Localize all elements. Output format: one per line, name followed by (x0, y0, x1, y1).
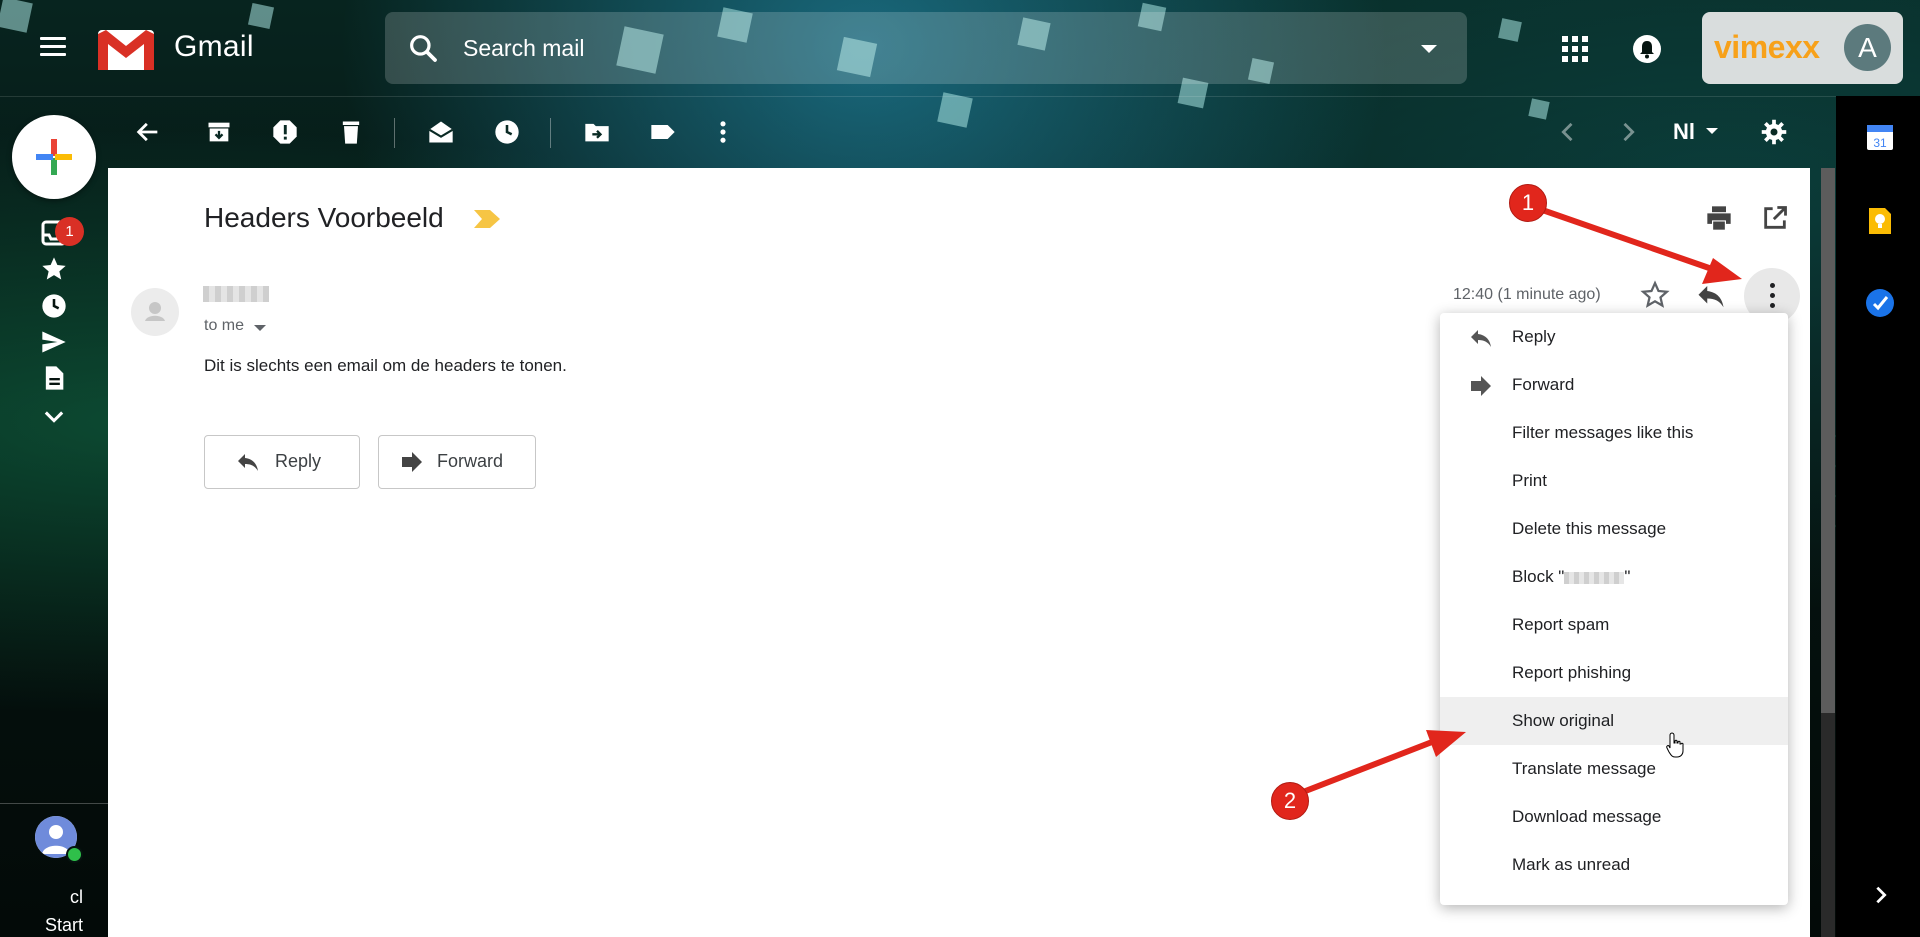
star-icon[interactable] (40, 255, 68, 283)
menu-item-label: Mark as unread (1512, 855, 1631, 874)
show-details-caret-icon[interactable] (254, 325, 266, 331)
next-icon[interactable] (1614, 118, 1642, 146)
menu-item-show-original[interactable]: Show original (1440, 697, 1788, 745)
chevron-right-icon[interactable] (1870, 884, 1892, 906)
menu-item-label: Download message (1512, 807, 1662, 826)
hangouts-user-name: cl (70, 887, 83, 907)
more-actions-icon[interactable] (712, 118, 734, 146)
reply-icon (238, 454, 258, 471)
menu-icon[interactable] (40, 37, 66, 61)
menu-item-label: Block " " (1512, 567, 1631, 586)
menu-item-delete[interactable]: Delete this message (1440, 505, 1788, 553)
email-timestamp: 12:40 (1 minute ago) (1453, 286, 1601, 303)
menu-item-mark-unread[interactable]: Mark as unread (1440, 841, 1788, 889)
search-bar[interactable] (385, 12, 1467, 84)
inbox-unread-badge: 1 (55, 217, 84, 246)
top-header: Gmail vimexx A (0, 0, 1920, 97)
menu-item-block-sender[interactable]: Block " " (1440, 553, 1788, 601)
brand-logo: vimexx (1714, 29, 1820, 65)
more-options-menu: Reply Forward Filter messages like this … (1440, 313, 1788, 905)
menu-item-reply[interactable]: Reply (1440, 313, 1788, 361)
account-switcher[interactable]: vimexx A (1702, 12, 1903, 84)
archive-icon[interactable] (205, 118, 233, 146)
more-labels-chevron-icon[interactable] (40, 402, 68, 430)
prev-icon[interactable] (1554, 118, 1582, 146)
plus-icon (36, 139, 72, 175)
account-avatar[interactable]: A (1844, 24, 1891, 71)
reply-icon[interactable] (1696, 282, 1726, 310)
annotation-step-2: 2 (1271, 782, 1309, 820)
star-icon[interactable] (1640, 280, 1670, 310)
forward-button[interactable]: Forward (378, 435, 536, 489)
menu-item-print[interactable]: Print (1440, 457, 1788, 505)
reply-button-label: Reply (275, 451, 322, 471)
menu-item-label: Print (1512, 471, 1547, 490)
forward-icon (1471, 376, 1491, 396)
print-icon[interactable] (1705, 204, 1733, 232)
menu-item-label: Show original (1512, 711, 1615, 730)
online-status-dot (66, 846, 83, 863)
drafts-icon[interactable] (40, 364, 68, 392)
snoozed-icon[interactable] (40, 292, 68, 320)
menu-item-download[interactable]: Download message (1440, 793, 1788, 841)
menu-item-label: Report spam (1512, 615, 1610, 634)
keep-icon[interactable] (1865, 206, 1895, 236)
menu-item-label: Translate message (1512, 759, 1656, 778)
menu-item-label: Delete this message (1512, 519, 1667, 538)
reply-icon (1471, 330, 1491, 347)
recipient-details[interactable]: to me (204, 317, 244, 335)
important-label-icon[interactable] (474, 210, 500, 228)
email-subject: Headers Voorbeeld (204, 202, 444, 233)
menu-item-label: Forward (1512, 375, 1575, 394)
forward-icon (402, 452, 422, 472)
rail-divider (0, 803, 108, 804)
menu-item-forward[interactable]: Forward (1440, 361, 1788, 409)
menu-item-filter-messages[interactable]: Filter messages like this (1440, 409, 1788, 457)
snooze-icon[interactable] (493, 118, 521, 146)
forward-button-label: Forward (437, 451, 504, 471)
menu-item-report-phishing[interactable]: Report phishing (1440, 649, 1788, 697)
svg-text:31: 31 (1873, 136, 1887, 150)
annotation-step-1: 1 (1509, 184, 1547, 222)
blurred-sender-name (1564, 571, 1625, 584)
scrollbar-thumb[interactable] (1821, 168, 1835, 713)
app-name: Gmail (174, 30, 254, 63)
toolbar-separator (394, 118, 395, 148)
label-icon[interactable] (649, 118, 677, 146)
compose-button[interactable] (12, 115, 96, 199)
tasks-icon[interactable] (1865, 288, 1895, 318)
sender-name-redacted[interactable] (203, 286, 269, 302)
person-icon (145, 302, 165, 321)
hangouts-start-link[interactable]: Start (45, 915, 83, 936)
input-tools-language[interactable]: Nl (1673, 119, 1695, 145)
spam-icon[interactable] (271, 118, 299, 146)
menu-item-label: Reply (1512, 327, 1556, 346)
bell-icon[interactable] (1632, 34, 1662, 64)
move-to-icon[interactable] (583, 118, 611, 146)
email-body: Dit is slechts een email om de headers t… (204, 356, 567, 375)
reply-button[interactable]: Reply (204, 435, 360, 489)
settings-icon[interactable] (1759, 118, 1789, 146)
hand-cursor-icon (1666, 732, 1684, 758)
search-input[interactable] (461, 32, 1365, 64)
menu-item-label: Filter messages like this (1512, 423, 1694, 442)
menu-item-label: Report phishing (1512, 663, 1632, 682)
open-new-window-icon[interactable] (1761, 204, 1789, 232)
back-icon[interactable] (134, 118, 162, 146)
mark-read-icon[interactable] (427, 118, 455, 146)
menu-item-translate[interactable]: Translate message (1440, 745, 1788, 793)
calendar-icon[interactable]: 31 (1865, 122, 1895, 152)
language-caret-icon[interactable] (1706, 128, 1718, 134)
gmail-logo[interactable] (98, 30, 154, 70)
delete-icon[interactable] (337, 118, 365, 146)
sent-icon[interactable] (40, 328, 68, 356)
toolbar-separator (550, 118, 551, 148)
menu-item-report-spam[interactable]: Report spam (1440, 601, 1788, 649)
search-icon[interactable] (407, 32, 439, 64)
search-options-caret-icon[interactable] (1421, 45, 1437, 53)
apps-icon[interactable] (1562, 36, 1588, 62)
sender-avatar[interactable] (131, 288, 179, 336)
